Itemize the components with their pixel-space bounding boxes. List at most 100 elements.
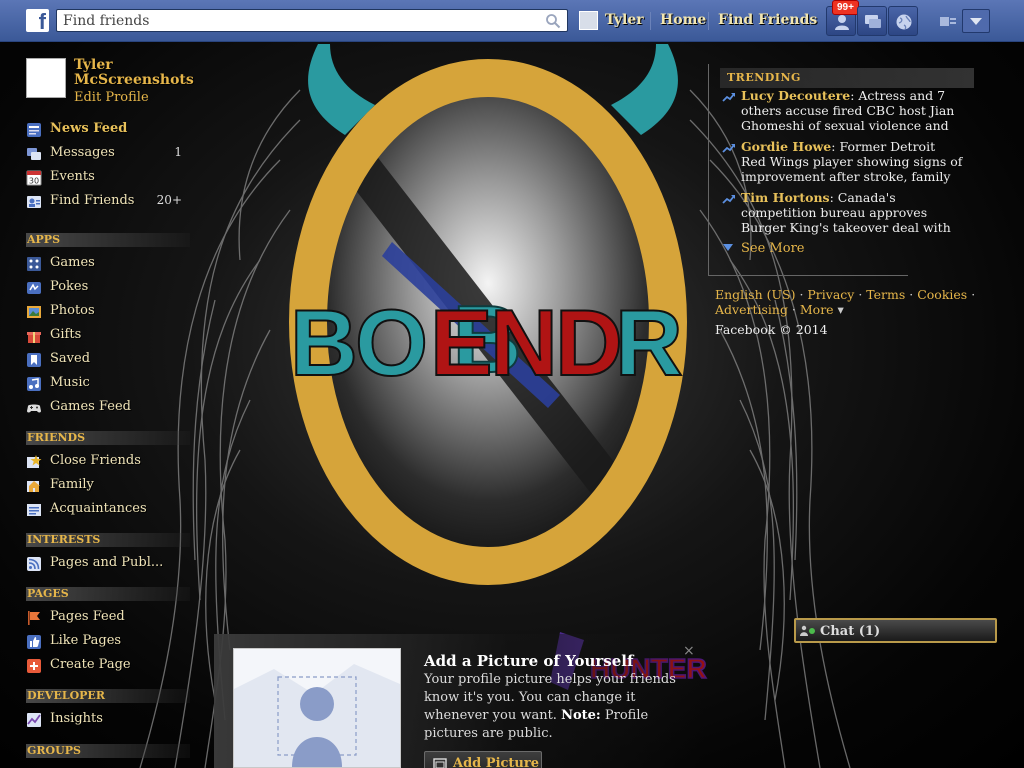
svg-text:30: 30 <box>29 177 39 186</box>
sidebar-item-label: Saved <box>50 351 91 366</box>
sidebar-item-pages-and-public-figures[interactable]: Pages and Publ... <box>26 554 186 574</box>
gift-icon <box>27 332 41 343</box>
trending-heading: TRENDING <box>720 68 974 88</box>
privacy-shortcuts-icon[interactable] <box>940 14 956 28</box>
camera-icon <box>433 758 447 768</box>
close-icon[interactable]: × <box>683 643 695 659</box>
sidebar-item-gifts[interactable]: Gifts <box>26 326 186 346</box>
family-icon <box>27 481 40 492</box>
footer-link-privacy[interactable]: Privacy <box>807 287 854 302</box>
music-icon <box>27 377 41 391</box>
sidebar-item-events[interactable]: 30 Events <box>26 168 186 188</box>
sidebar-item-acquaintances[interactable]: Acquaintances <box>26 500 186 520</box>
sidebar-item-label: Family <box>50 477 94 492</box>
acquaintances-icon <box>27 504 41 516</box>
sidebar-item-label: Pokes <box>50 279 89 294</box>
trending-topic-name[interactable]: Tim Hortons <box>741 190 830 205</box>
section-heading-friends[interactable]: FRIENDS <box>26 431 190 445</box>
section-heading-developer[interactable]: DEVELOPER <box>26 689 190 703</box>
profile-name-link[interactable]: Tyler McScreenshots <box>74 58 194 88</box>
sidebar-item-label: Games Feed <box>50 399 131 414</box>
sidebar-item-family[interactable]: Family <box>26 476 186 496</box>
profile-picture-placeholder[interactable] <box>233 648 401 768</box>
user-avatar-icon[interactable] <box>579 11 598 30</box>
photos-icon <box>27 306 41 318</box>
trending-topic-name[interactable]: Gordie Howe <box>741 139 831 154</box>
bookmark-icon <box>27 353 41 367</box>
plus-icon <box>27 659 41 673</box>
chat-status-icon <box>800 625 815 636</box>
sidebar-item-label: Games <box>50 255 95 270</box>
find-friends-link[interactable]: Find Friends <box>718 12 817 28</box>
sidebar-item-count: 20+ <box>156 193 182 207</box>
messages-button[interactable] <box>857 6 887 36</box>
section-heading-apps[interactable]: APPS <box>26 233 190 247</box>
sidebar-item-music[interactable]: Music <box>26 374 186 394</box>
section-heading-groups[interactable]: GROUPS <box>26 744 190 758</box>
search-box <box>56 9 568 32</box>
chart-icon <box>27 713 41 727</box>
svg-text:O: O <box>355 290 428 395</box>
sidebar-item-close-friends[interactable]: Close Friends <box>26 452 186 472</box>
friend-requests-icon <box>835 15 849 30</box>
trending-item-text: Lucy Decoutere: Actress and 7 others acc… <box>741 88 963 134</box>
notification-count-badge: 99+ <box>832 0 859 15</box>
chat-label: Chat (1) <box>820 624 881 639</box>
pokes-icon <box>27 282 41 294</box>
top-navigation-bar: f Tyler Home Find Friends 99+ <box>0 0 1024 42</box>
nav-divider <box>650 12 651 30</box>
games-icon <box>27 257 41 271</box>
search-input[interactable] <box>57 10 542 31</box>
rss-icon <box>27 557 41 571</box>
svg-text:N: N <box>490 290 558 395</box>
sidebar-item-label: Find Friends <box>50 193 135 208</box>
sidebar-item-games-feed[interactable]: Games Feed <box>26 398 186 418</box>
facebook-logo-icon[interactable]: f <box>26 9 49 32</box>
add-picture-button[interactable]: Add Picture <box>424 751 542 768</box>
notifications-button[interactable] <box>888 6 918 36</box>
profile-link[interactable]: Tyler <box>605 12 644 28</box>
footer-link-more[interactable]: More <box>800 302 834 317</box>
section-heading-interests[interactable]: INTERESTS <box>26 533 190 547</box>
sidebar-item-find-friends[interactable]: Find Friends 20+ <box>26 192 186 212</box>
sidebar-item-label: Like Pages <box>50 633 122 648</box>
footer-link-terms[interactable]: Terms <box>866 287 905 302</box>
trending-arrow-icon <box>722 195 735 204</box>
sidebar-item-label: Pages and Publ... <box>50 555 164 570</box>
sidebar-item-photos[interactable]: Photos <box>26 302 186 322</box>
chat-tab[interactable]: Chat (1) <box>794 618 997 643</box>
section-heading-pages[interactable]: PAGES <box>26 587 190 601</box>
footer-link-language[interactable]: English (US) <box>715 287 795 302</box>
sidebar-item-create-page[interactable]: Create Page <box>26 656 186 676</box>
sidebar-item-insights[interactable]: Insights <box>26 710 186 730</box>
sidebar-item-pokes[interactable]: Pokes <box>26 278 186 298</box>
sidebar-item-messages[interactable]: Messages 1 <box>26 144 186 164</box>
home-link[interactable]: Home <box>660 12 706 28</box>
sidebar-item-pages-feed[interactable]: Pages Feed <box>26 608 186 628</box>
profile-picture[interactable] <box>26 58 66 98</box>
sidebar-item-saved[interactable]: Saved <box>26 350 186 370</box>
account-settings-button[interactable] <box>962 9 990 33</box>
prompt-note-label: Note: <box>561 708 601 723</box>
search-icon[interactable] <box>545 13 561 29</box>
sidebar-item-news-feed[interactable]: News Feed <box>26 120 186 140</box>
trending-topic-name[interactable]: Lucy Decoutere <box>741 88 850 103</box>
trending-item-text: Tim Hortons: Canada's competition bureau… <box>741 190 963 236</box>
footer-link-cookies[interactable]: Cookies <box>917 287 967 302</box>
sidebar-item-label: Create Page <box>50 657 131 672</box>
sidebar-item-games[interactable]: Games <box>26 254 186 274</box>
chevron-down-icon <box>970 18 982 25</box>
sidebar-item-label: Events <box>50 169 95 184</box>
gamepad-icon <box>27 404 41 413</box>
calendar-icon: 30 <box>26 170 42 186</box>
see-more-link[interactable]: See More <box>741 241 804 256</box>
sidebar-item-label: Photos <box>50 303 95 318</box>
trending-arrow-icon <box>722 144 735 153</box>
prompt-title: Add a Picture of Yourself <box>424 652 634 670</box>
sidebar-item-count: 1 <box>174 145 182 159</box>
edit-profile-link[interactable]: Edit Profile <box>74 90 149 105</box>
default-avatar-icon <box>27 59 65 97</box>
footer-link-advertising[interactable]: Advertising <box>715 302 788 317</box>
sidebar-item-like-pages[interactable]: Like Pages <box>26 632 186 652</box>
sidebar-item-label: Close Friends <box>50 453 141 468</box>
